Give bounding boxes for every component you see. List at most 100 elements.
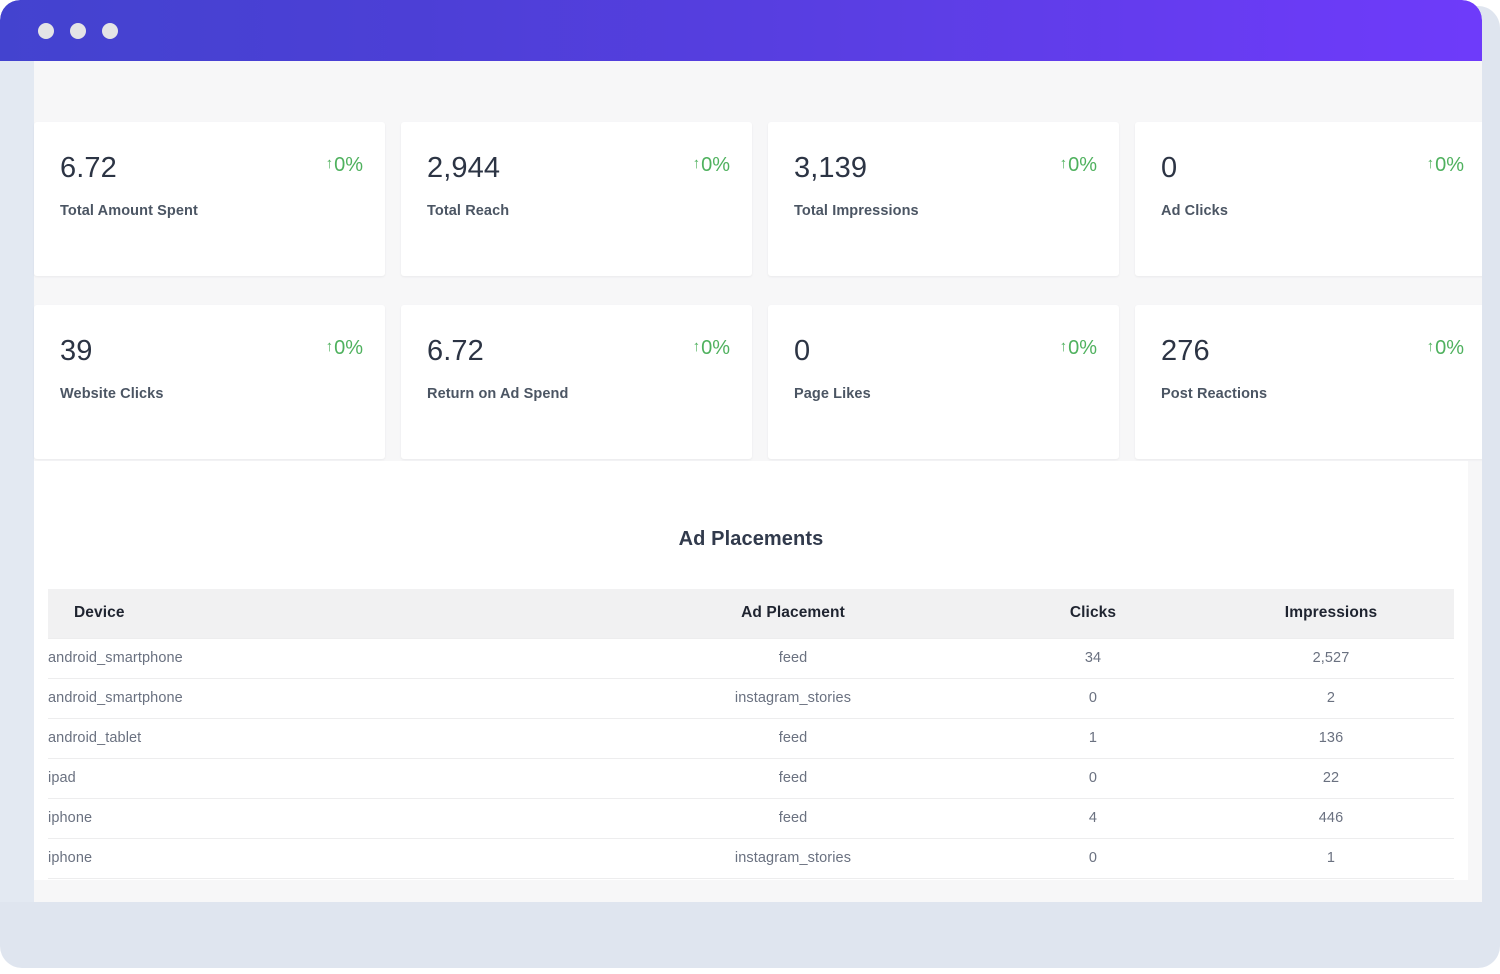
kpi-card-top: 3,139 ↑0% [794,152,1097,184]
cell-device: android_smartphone [48,678,608,718]
kpi-card-top: 6.72 ↑0% [60,152,363,184]
app-body: 6.72 ↑0% Total Amount Spent 2,944 [0,61,1482,902]
ad-placements-panel: Ad Placements Device Ad Placement Clicks… [34,461,1468,902]
kpi-label: Post Reactions [1161,384,1267,404]
dashboard-content: 6.72 ↑0% Total Amount Spent 2,944 [34,61,1468,902]
table-row[interactable]: ipad feed 0 22 [48,758,1454,798]
kpi-value: 6.72 [60,152,117,184]
kpi-card-post-reactions[interactable]: 276 ↑0% Post Reactions [1135,305,1482,459]
cell-placement: feed [608,638,978,678]
kpi-card-total-amount-spent[interactable]: 6.72 ↑0% Total Amount Spent [34,122,385,276]
cell-clicks: 1 [978,718,1208,758]
table-row[interactable]: android_smartphone feed 34 2,527 [48,638,1454,678]
trend-up-icon: ↑ [326,337,334,357]
kpi-card-top: 276 ↑0% [1161,335,1464,367]
trend-up-icon: ↑ [1060,154,1068,174]
cell-clicks: 4 [978,798,1208,838]
cell-placement: feed [608,798,978,838]
kpi-card-top: 2,944 ↑0% [427,152,730,184]
kpi-delta: ↑0% [1060,335,1097,361]
kpi-card-website-clicks[interactable]: 39 ↑0% Website Clicks [34,305,385,459]
table-head: Device Ad Placement Clicks Impressions [48,589,1454,638]
kpi-delta: ↑0% [1427,152,1464,178]
column-header-clicks[interactable]: Clicks [978,589,1208,638]
kpi-delta-value: 0% [701,335,730,361]
kpi-delta: ↑0% [693,152,730,178]
cell-placement: feed [608,718,978,758]
cell-placement: instagram_stories [608,678,978,718]
kpi-label: Total Reach [427,201,509,221]
kpi-delta-value: 0% [334,335,363,361]
column-header-impressions[interactable]: Impressions [1208,589,1454,638]
panel-bottom-strip [34,880,1468,902]
kpi-card-return-on-ad-spend[interactable]: 6.72 ↑0% Return on Ad Spend [401,305,752,459]
table-row[interactable]: android_tablet feed 1 136 [48,718,1454,758]
close-dot-icon[interactable] [38,23,54,39]
cell-clicks: 0 [978,838,1208,878]
column-header-device[interactable]: Device [48,589,608,638]
cell-device: iphone [48,838,608,878]
kpi-delta-value: 0% [1435,335,1464,361]
cell-impressions: 136 [1208,718,1454,758]
trend-up-icon: ↑ [1427,154,1435,174]
ad-placements-table: Device Ad Placement Clicks Impressions a… [48,589,1454,902]
kpi-card-total-reach[interactable]: 2,944 ↑0% Total Reach [401,122,752,276]
kpi-value: 39 [60,335,92,367]
kpi-value: 276 [1161,335,1210,367]
cell-impressions: 22 [1208,758,1454,798]
cell-device: ipad [48,758,608,798]
cell-impressions: 2,527 [1208,638,1454,678]
kpi-label: Website Clicks [60,384,163,404]
minimize-dot-icon[interactable] [70,23,86,39]
left-rail [0,61,34,902]
kpi-value: 3,139 [794,152,867,184]
kpi-delta-value: 0% [1435,152,1464,178]
kpi-card-ad-clicks[interactable]: 0 ↑0% Ad Clicks [1135,122,1482,276]
trend-up-icon: ↑ [693,154,701,174]
cell-device: android_smartphone [48,638,608,678]
kpi-delta-value: 0% [701,152,730,178]
kpi-card-row-1: 6.72 ↑0% Total Amount Spent 2,944 [34,122,1468,276]
kpi-cards-region: 6.72 ↑0% Total Amount Spent 2,944 [34,61,1468,461]
kpi-delta: ↑0% [1060,152,1097,178]
table-header-row: Device Ad Placement Clicks Impressions [48,589,1454,638]
kpi-value: 0 [794,335,810,367]
cell-placement: instagram_stories [608,838,978,878]
kpi-card-total-impressions[interactable]: 3,139 ↑0% Total Impressions [768,122,1119,276]
kpi-label: Total Impressions [794,201,919,221]
table-row[interactable]: android_smartphone instagram_stories 0 2 [48,678,1454,718]
cell-clicks: 0 [978,758,1208,798]
browser-window: 6.72 ↑0% Total Amount Spent 2,944 [0,0,1482,902]
cell-device: iphone [48,798,608,838]
kpi-label: Ad Clicks [1161,201,1228,221]
column-header-ad-placement[interactable]: Ad Placement [608,589,978,638]
kpi-card-top: 39 ↑0% [60,335,363,367]
trend-up-icon: ↑ [326,154,334,174]
cell-clicks: 0 [978,678,1208,718]
kpi-delta-value: 0% [1068,335,1097,361]
window-titlebar [0,0,1482,61]
table-row[interactable]: iphone feed 4 446 [48,798,1454,838]
trend-up-icon: ↑ [1427,337,1435,357]
kpi-card-page-likes[interactable]: 0 ↑0% Page Likes [768,305,1119,459]
kpi-card-top: 6.72 ↑0% [427,335,730,367]
trend-up-icon: ↑ [693,337,701,357]
maximize-dot-icon[interactable] [102,23,118,39]
kpi-label: Page Likes [794,384,871,404]
kpi-delta: ↑0% [1427,335,1464,361]
kpi-card-top: 0 ↑0% [794,335,1097,367]
kpi-value: 0 [1161,152,1177,184]
window-controls [38,23,118,39]
kpi-value: 2,944 [427,152,500,184]
kpi-card-top: 0 ↑0% [1161,152,1464,184]
table-row[interactable]: iphone instagram_stories 0 1 [48,838,1454,878]
kpi-delta: ↑0% [326,335,363,361]
cell-impressions: 2 [1208,678,1454,718]
kpi-delta: ↑0% [326,152,363,178]
kpi-label: Total Amount Spent [60,201,198,221]
screenshot-root: 6.72 ↑0% Total Amount Spent 2,944 [0,0,1500,974]
kpi-value: 6.72 [427,335,484,367]
kpi-delta: ↑0% [693,335,730,361]
ad-placements-title: Ad Placements [34,526,1468,552]
trend-up-icon: ↑ [1060,337,1068,357]
